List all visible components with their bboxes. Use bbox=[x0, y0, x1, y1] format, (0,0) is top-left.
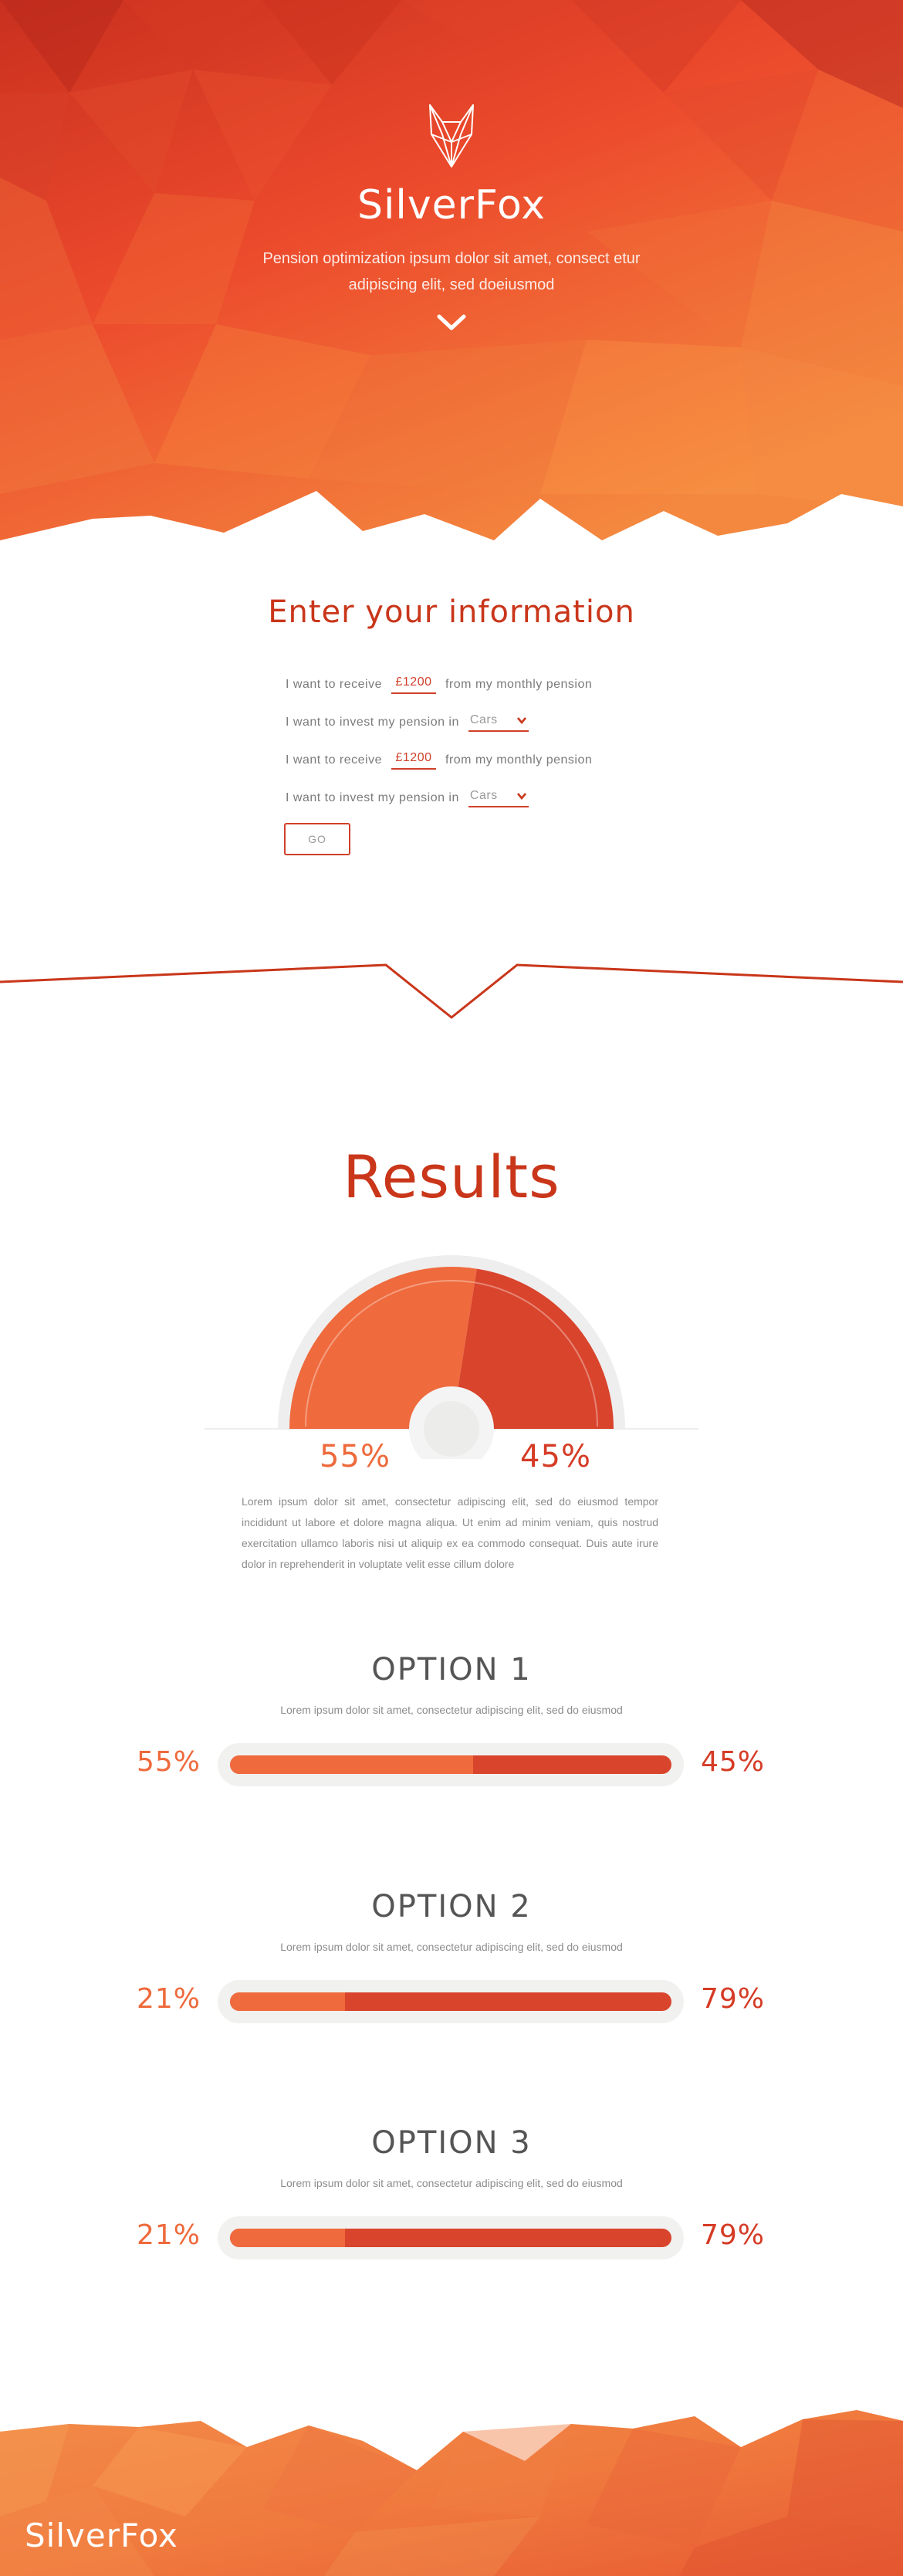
option-left-pct: 21% bbox=[136, 1983, 201, 2015]
form-row-prefix: I want to invest my pension in bbox=[286, 791, 459, 804]
invest-select[interactable]: Cars bbox=[468, 713, 529, 732]
option-title: OPTION 1 bbox=[371, 1652, 532, 1687]
invest-select-value: Cars bbox=[469, 789, 498, 802]
form-row-receive: I want to receive £1200 from my monthly … bbox=[286, 673, 592, 696]
form-row-invest: I want to invest my pension in Cars bbox=[286, 711, 529, 734]
form-row-receive: I want to receive £1200 from my monthly … bbox=[286, 749, 592, 772]
form-row-suffix: from my monthly pension bbox=[445, 678, 593, 691]
footer: SilverFox bbox=[0, 2393, 903, 2576]
receive-amount-input[interactable]: £1200 bbox=[391, 751, 436, 770]
invest-select-value: Cars bbox=[469, 713, 498, 726]
section-divider bbox=[0, 963, 903, 1019]
results-gauge bbox=[205, 1255, 698, 1459]
hero-section: SilverFox Pension optimization ipsum dol… bbox=[0, 0, 903, 556]
chevron-down-icon bbox=[516, 717, 526, 724]
option-title: OPTION 3 bbox=[371, 2125, 532, 2161]
form-row-prefix: I want to invest my pension in bbox=[286, 716, 459, 729]
option-bar bbox=[218, 1743, 684, 1786]
option-bar bbox=[218, 1980, 684, 2023]
chevron-down-icon[interactable] bbox=[436, 313, 467, 333]
option-bar-fill bbox=[230, 2229, 345, 2247]
form-row-prefix: I want to receive bbox=[286, 678, 382, 691]
form-row-prefix: I want to receive bbox=[286, 753, 382, 767]
results-description: Lorem ipsum dolor sit amet, consectetur … bbox=[242, 1495, 658, 1570]
option-bar-inner bbox=[230, 1755, 671, 1774]
option-bar-fill bbox=[230, 1755, 473, 1774]
gauge-hub-inner bbox=[424, 1401, 479, 1457]
option-right-pct: 45% bbox=[701, 1746, 766, 1778]
gauge-left-label: 55% bbox=[320, 1439, 391, 1474]
go-button[interactable]: GO bbox=[284, 823, 350, 855]
option-bar bbox=[218, 2216, 684, 2260]
option-bar-inner bbox=[230, 2229, 671, 2247]
option-left-pct: 21% bbox=[136, 2219, 201, 2251]
option-description: Lorem ipsum dolor sit amet, consectetur … bbox=[280, 2177, 623, 2189]
invest-select[interactable]: Cars bbox=[468, 789, 529, 807]
chevron-down-icon bbox=[516, 793, 526, 800]
option-bar-fill bbox=[230, 1992, 345, 2011]
form-row-suffix: from my monthly pension bbox=[445, 753, 593, 767]
form-title: Enter your information bbox=[268, 594, 635, 630]
option-description: Lorem ipsum dolor sit amet, consectetur … bbox=[280, 1704, 623, 1716]
hero-subtitle: Pension optimization ipsum dolor sit ame… bbox=[262, 250, 641, 293]
form-row-invest: I want to invest my pension in Cars bbox=[286, 787, 529, 810]
option-right-pct: 79% bbox=[701, 2219, 766, 2251]
option-left-pct: 55% bbox=[136, 1746, 201, 1778]
option-title: OPTION 2 bbox=[371, 1889, 532, 1924]
fox-head-icon bbox=[429, 104, 474, 168]
gauge-right-label: 45% bbox=[520, 1439, 591, 1474]
results-title: Results bbox=[343, 1142, 560, 1211]
footer-brand: SilverFox bbox=[25, 2517, 178, 2554]
option-bar-inner bbox=[230, 1992, 671, 2011]
option-description: Lorem ipsum dolor sit amet, consectetur … bbox=[280, 1941, 623, 1953]
hero-title: SilverFox bbox=[357, 182, 546, 228]
option-right-pct: 79% bbox=[701, 1983, 766, 2015]
receive-amount-input[interactable]: £1200 bbox=[391, 675, 436, 694]
